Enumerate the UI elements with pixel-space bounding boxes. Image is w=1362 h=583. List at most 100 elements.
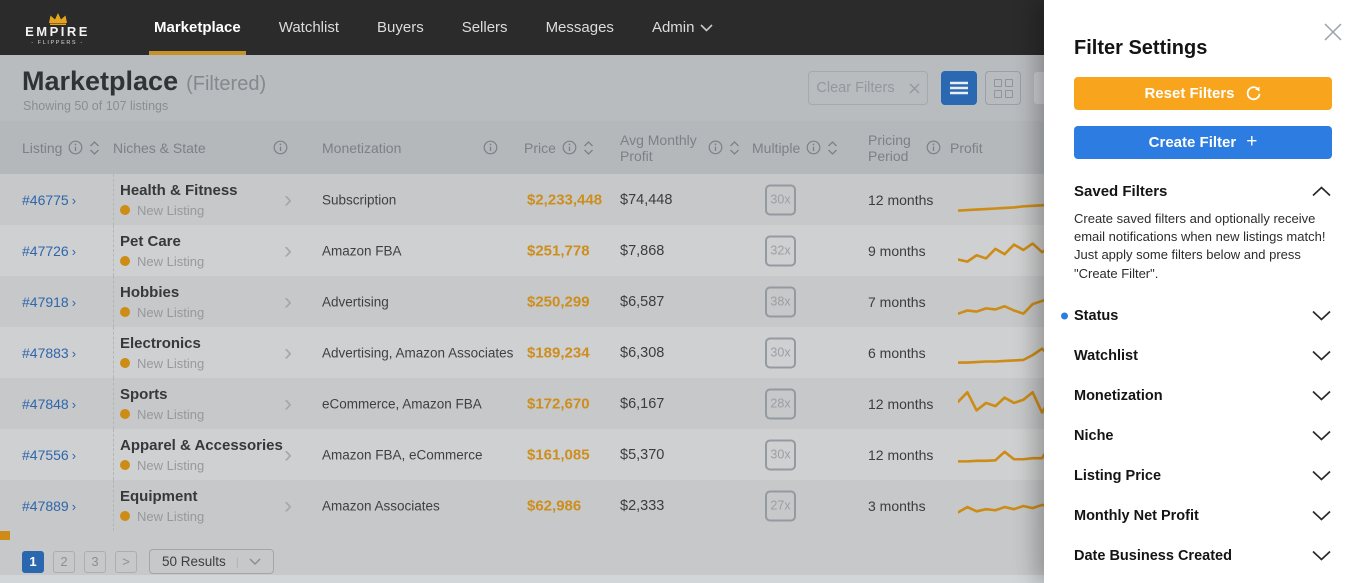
- monetization-value: Advertising, Amazon Associates: [322, 345, 514, 360]
- results-per-page-dropdown[interactable]: 50 Results |: [149, 549, 274, 574]
- listing-status: New Listing: [137, 253, 205, 269]
- info-icon[interactable]: [562, 140, 577, 155]
- filter-item-monetization[interactable]: Monetization: [1074, 376, 1332, 416]
- column-header-avg-monthly-profit[interactable]: Avg Monthly Profit: [620, 131, 740, 164]
- clear-filters-button[interactable]: Clear Filters: [808, 71, 928, 105]
- listing-id-link[interactable]: #47883 ›: [22, 345, 76, 361]
- sort-icon[interactable]: [89, 140, 100, 155]
- nav-item-sellers[interactable]: Sellers: [443, 0, 527, 55]
- close-panel-button[interactable]: [1321, 20, 1345, 44]
- active-filter-dot: [1061, 312, 1068, 320]
- grid-view-icon: [993, 78, 1013, 98]
- listing-id: #47556: [22, 446, 69, 463]
- expand-row-chevron-icon[interactable]: ›: [284, 492, 292, 520]
- chevron-right-icon: ›: [71, 447, 77, 463]
- niche-cell: Pet Care New Listing: [120, 233, 204, 269]
- listing-id-link[interactable]: #47848 ›: [22, 396, 76, 412]
- sort-icon[interactable]: [583, 140, 594, 155]
- avg-monthly-profit-value: $7,868: [620, 242, 665, 259]
- niche-name: Equipment: [120, 487, 198, 505]
- nav-item-label: Messages: [545, 19, 614, 36]
- grid-view-button[interactable]: [985, 71, 1021, 105]
- filter-item-monthly-net-profit[interactable]: Monthly Net Profit: [1074, 496, 1332, 536]
- page-button-3[interactable]: 3: [84, 550, 106, 573]
- sort-icon[interactable]: [729, 140, 740, 155]
- column-divider: [113, 327, 114, 378]
- nav-item-buyers[interactable]: Buyers: [358, 0, 443, 55]
- column-label: Monetization: [322, 139, 402, 156]
- filter-label: Listing Price: [1074, 467, 1162, 484]
- chevron-right-icon: ›: [71, 498, 77, 514]
- filter-label: Date Business Created: [1074, 547, 1232, 564]
- expand-row-chevron-icon[interactable]: ›: [284, 339, 292, 367]
- expand-row-chevron-icon[interactable]: ›: [284, 441, 292, 469]
- niche-name: Pet Care: [120, 232, 181, 250]
- niche-name: Hobbies: [120, 283, 180, 301]
- filter-item-date-business-created[interactable]: Date Business Created: [1074, 536, 1332, 576]
- column-divider: [113, 378, 114, 429]
- column-divider: [113, 225, 114, 276]
- clear-filters-label: Clear Filters: [816, 80, 895, 96]
- new-listing-dot-icon: [120, 358, 130, 368]
- info-icon[interactable]: [926, 140, 941, 155]
- expand-row-chevron-icon[interactable]: ›: [284, 390, 292, 418]
- column-header-pricing-period: Pricing Period: [868, 131, 941, 164]
- listing-status: New Listing: [137, 406, 205, 422]
- column-header-price[interactable]: Price: [524, 140, 594, 156]
- expand-row-chevron-icon[interactable]: ›: [284, 237, 292, 265]
- nav-item-watchlist[interactable]: Watchlist: [260, 0, 358, 55]
- column-header-multiple[interactable]: Multiple: [752, 140, 838, 156]
- sort-icon[interactable]: [827, 140, 838, 155]
- info-icon[interactable]: [68, 140, 83, 155]
- info-icon[interactable]: [708, 140, 723, 155]
- niche-cell: Apparel & Accessories New Listing: [120, 437, 283, 473]
- listing-id-link[interactable]: #47889 ›: [22, 498, 76, 514]
- info-icon[interactable]: [273, 140, 288, 155]
- next-page-button[interactable]: >: [115, 550, 137, 573]
- monetization-value: Amazon FBA: [322, 243, 402, 258]
- pricing-period-value: 12 months: [868, 191, 934, 208]
- dropdown-divider: |: [235, 554, 239, 569]
- expand-row-chevron-icon[interactable]: ›: [284, 186, 292, 214]
- listing-id-link[interactable]: #47556 ›: [22, 447, 76, 463]
- chevron-down-icon: [1312, 511, 1331, 521]
- listing-id-link[interactable]: #46775 ›: [22, 192, 76, 208]
- page-button-1[interactable]: 1: [22, 550, 44, 573]
- column-header-listing[interactable]: Listing: [22, 140, 100, 156]
- listing-status: New Listing: [137, 355, 205, 371]
- filter-item-status[interactable]: Status: [1061, 296, 1332, 336]
- chevron-up-icon: [1312, 186, 1331, 197]
- nav-item-marketplace[interactable]: Marketplace: [135, 0, 260, 55]
- create-filter-button[interactable]: Create Filter +: [1074, 126, 1332, 159]
- nav-item-admin[interactable]: Admin: [633, 0, 733, 55]
- new-listing-dot-icon: [120, 205, 130, 215]
- multiple-badge: 32x: [765, 235, 796, 266]
- pricing-period-value: 12 months: [868, 446, 934, 463]
- column-label: Price: [524, 139, 556, 156]
- listing-id-link[interactable]: #47726 ›: [22, 243, 76, 259]
- filter-item-watchlist[interactable]: Watchlist: [1074, 336, 1332, 376]
- filter-item-niche[interactable]: Niche: [1074, 416, 1332, 456]
- column-divider: [113, 276, 114, 327]
- niche-name: Apparel & Accessories: [120, 436, 283, 454]
- listing-status: New Listing: [137, 457, 205, 473]
- info-icon[interactable]: [806, 140, 821, 155]
- reset-filters-button[interactable]: Reset Filters: [1074, 77, 1332, 110]
- expand-row-chevron-icon[interactable]: ›: [284, 288, 292, 316]
- filter-item-listing-price[interactable]: Listing Price: [1074, 456, 1332, 496]
- nav-item-messages[interactable]: Messages: [527, 0, 633, 55]
- niche-cell: Hobbies New Listing: [120, 284, 204, 320]
- column-header-monetization: Monetization: [322, 140, 498, 156]
- pagination: 1 2 3 >50 Results |: [22, 549, 274, 574]
- list-view-button[interactable]: [941, 71, 977, 105]
- page-button-2[interactable]: 2: [53, 550, 75, 573]
- column-divider: [113, 480, 114, 531]
- listing-id-link[interactable]: #47918 ›: [22, 294, 76, 310]
- empire-flippers-logo[interactable]: EMPIRE - FLIPPERS -: [0, 12, 115, 46]
- multiple-badge: 27x: [765, 490, 796, 521]
- avg-monthly-profit-value: $6,308: [620, 344, 665, 361]
- info-icon[interactable]: [483, 140, 498, 155]
- brand-subtitle: - FLIPPERS -: [31, 39, 84, 46]
- saved-filters-header[interactable]: Saved Filters: [1074, 183, 1332, 200]
- nav-items: Marketplace Watchlist Buyers Sellers Message…: [135, 0, 732, 55]
